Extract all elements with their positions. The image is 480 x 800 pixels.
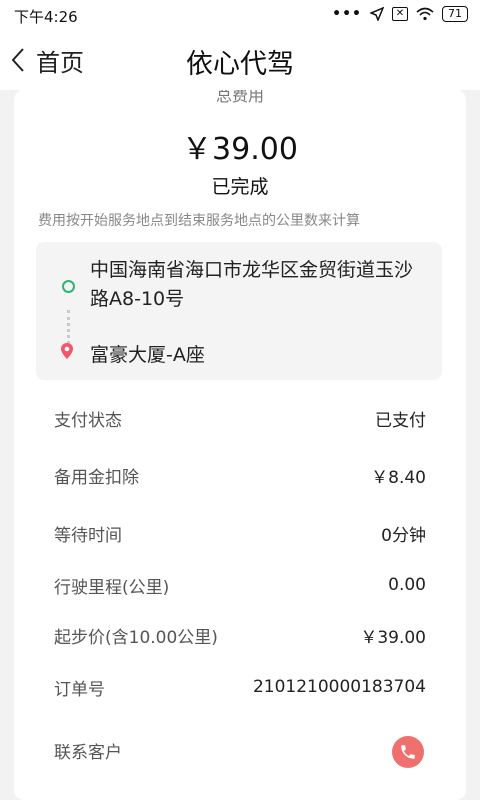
start-point-icon (62, 280, 75, 293)
route-dotted-line (67, 310, 70, 344)
nav-bar: 首页 依心代驾 (0, 30, 480, 90)
detail-row-waiting-time: 等待时间 0分钟 (54, 518, 426, 548)
detail-row-base-price: 起步价(含10.00公里) ￥39.00 (54, 620, 426, 650)
location-arrow-icon (370, 7, 384, 21)
detail-value: 0.00 (388, 575, 426, 595)
more-dots-icon: ••• (332, 6, 362, 22)
contact-label: 联系客户 (54, 742, 122, 763)
detail-row-contact: 联系客户 (54, 735, 426, 765)
total-amount: ￥39.00 (182, 132, 298, 167)
call-customer-button[interactable] (392, 736, 424, 768)
sim-x-icon: ✕ (392, 7, 408, 21)
detail-value: 0分钟 (381, 525, 426, 546)
status-time: 下午4:26 (14, 8, 78, 26)
order-status: 已完成 (211, 176, 269, 198)
status-icons: ••• ✕ 71 (332, 6, 468, 22)
end-address: 富豪大厦-A座 (90, 344, 205, 366)
detail-label: 支付状态 (54, 410, 122, 431)
detail-value: 已支付 (375, 410, 426, 431)
detail-value: ￥8.40 (371, 467, 426, 488)
detail-label: 等待时间 (54, 525, 122, 546)
detail-label: 起步价(含10.00公里) (54, 627, 218, 648)
wifi-icon (416, 7, 434, 21)
detail-row-payment-status: 支付状态 已支付 (54, 403, 426, 433)
location-pin-icon (61, 343, 73, 359)
page-title: 依心代驾 (186, 49, 294, 80)
phone-icon (401, 745, 415, 759)
start-address: 中国海南省海口市龙华区金贸街道玉沙路A8-10号 (90, 259, 414, 310)
battery-icon: 71 (442, 6, 468, 22)
fee-note: 费用按开始服务地点到结束服务地点的公里数来计算 (38, 213, 360, 229)
order-detail-card: 总费用 ￥39.00 已完成 费用按开始服务地点到结束服务地点的公里数来计算 中… (14, 90, 466, 800)
detail-label: 订单号 (54, 679, 105, 700)
route-box: 中国海南省海口市龙华区金贸街道玉沙路A8-10号 富豪大厦-A座 (36, 242, 442, 380)
fee-label: 总费用 (215, 90, 264, 105)
detail-value: ￥39.00 (360, 627, 426, 648)
detail-row-order-number: 订单号 2101210000183704 (54, 672, 426, 702)
detail-value: 2101210000183704 (252, 677, 426, 697)
status-bar: 下午4:26 ••• ✕ 71 (0, 0, 480, 30)
detail-label: 行驶里程(公里) (54, 577, 170, 598)
detail-row-reserve-deduction: 备用金扣除 ￥8.40 (54, 460, 426, 490)
detail-row-mileage: 行驶里程(公里) 0.00 (54, 570, 426, 600)
detail-label: 备用金扣除 (54, 467, 139, 488)
